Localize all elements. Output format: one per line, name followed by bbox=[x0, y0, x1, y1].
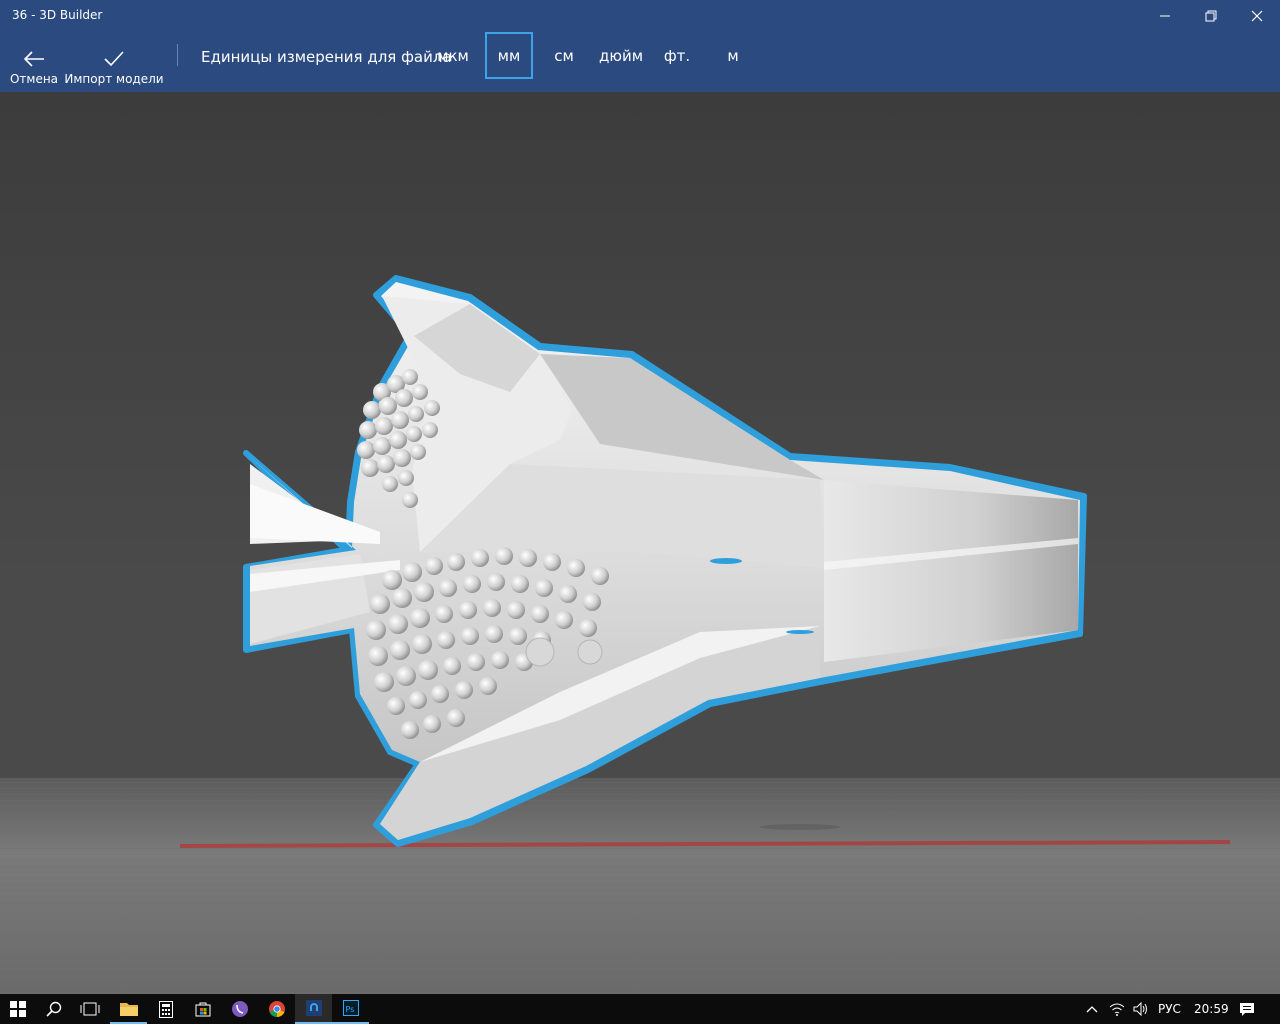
taskbar-app-photoshop[interactable]: Ps bbox=[332, 994, 369, 1024]
ring-band bbox=[824, 480, 1078, 662]
unit-option-cm[interactable]: см bbox=[546, 32, 582, 79]
taskbar-app-file-explorer[interactable] bbox=[110, 994, 147, 1024]
taskbar-app-viber[interactable] bbox=[221, 994, 258, 1024]
window-title: 36 - 3D Builder bbox=[12, 8, 103, 22]
show-hidden-icons-button[interactable] bbox=[1080, 994, 1104, 1024]
volume-icon bbox=[1133, 1002, 1147, 1016]
unit-option-ft[interactable]: фт. bbox=[660, 32, 694, 79]
import-model-button[interactable]: Импорт модели bbox=[64, 32, 164, 92]
file-explorer-icon bbox=[119, 1002, 138, 1016]
unit-option-m[interactable]: м bbox=[720, 32, 746, 79]
checkmark-icon bbox=[104, 51, 124, 67]
units-label: Единицы измерения для файла bbox=[201, 48, 452, 66]
unit-option-mm[interactable]: мм bbox=[485, 32, 533, 79]
scene-canvas bbox=[0, 92, 1280, 994]
search-icon bbox=[46, 1001, 62, 1017]
taskbar: Ps РУС 20:59 bbox=[0, 994, 1280, 1024]
minimize-button[interactable] bbox=[1142, 0, 1188, 32]
unit-option-mkm[interactable]: мкм bbox=[433, 32, 473, 79]
viber-icon bbox=[231, 1001, 248, 1017]
restore-button[interactable] bbox=[1188, 0, 1234, 32]
unit-label: мкм bbox=[437, 46, 469, 65]
taskbar-app-calculator[interactable] bbox=[147, 994, 184, 1024]
cancel-button[interactable]: Отмена bbox=[8, 32, 60, 92]
chevron-up-icon bbox=[1086, 1006, 1098, 1013]
network-button[interactable] bbox=[1104, 994, 1130, 1024]
taskbar-app-store[interactable] bbox=[184, 994, 221, 1024]
restore-icon bbox=[1205, 10, 1217, 22]
clock[interactable]: 20:59 bbox=[1194, 1002, 1229, 1016]
start-icon bbox=[10, 1001, 26, 1017]
taskbar-app-chrome[interactable] bbox=[258, 994, 295, 1024]
photoshop-icon: Ps bbox=[342, 1000, 359, 1016]
action-center-button[interactable] bbox=[1234, 994, 1260, 1024]
import-model-label: Импорт модели bbox=[64, 72, 164, 86]
selection-highlight-bit bbox=[786, 630, 814, 634]
svg-text:Ps: Ps bbox=[345, 1005, 354, 1014]
close-button[interactable] bbox=[1234, 0, 1280, 32]
calculator-icon bbox=[158, 1000, 173, 1018]
minimize-icon bbox=[1160, 15, 1170, 17]
3d-viewport[interactable] bbox=[0, 92, 1280, 994]
back-arrow-icon bbox=[23, 51, 44, 67]
unit-option-inch[interactable]: дюйм bbox=[596, 32, 646, 79]
3d-builder-icon bbox=[305, 1000, 322, 1016]
unit-label: фт. bbox=[663, 46, 691, 65]
task-view-icon bbox=[80, 1002, 100, 1016]
task-view-button[interactable] bbox=[72, 994, 108, 1024]
unit-label: мм bbox=[497, 46, 521, 65]
selection-highlight-bit bbox=[710, 558, 742, 564]
wifi-icon bbox=[1109, 1003, 1125, 1016]
start-button[interactable] bbox=[0, 994, 36, 1024]
title-bar: 36 - 3D Builder bbox=[0, 0, 1280, 32]
unit-label: м bbox=[727, 46, 739, 65]
notification-icon bbox=[1240, 1002, 1254, 1016]
unit-label: см bbox=[554, 46, 574, 65]
model-shadow bbox=[760, 824, 840, 830]
language-indicator[interactable]: РУС bbox=[1158, 1002, 1181, 1016]
search-button[interactable] bbox=[36, 994, 72, 1024]
taskbar-app-3d-builder[interactable] bbox=[295, 994, 332, 1024]
chrome-icon bbox=[268, 1001, 285, 1018]
command-bar: Отмена Импорт модели Единицы измерения д… bbox=[0, 32, 1280, 92]
cancel-label: Отмена bbox=[9, 72, 59, 86]
store-icon bbox=[195, 1002, 210, 1017]
floor-grid bbox=[0, 778, 1280, 994]
unit-label: дюйм bbox=[598, 46, 644, 65]
toolbar-separator bbox=[177, 44, 178, 66]
volume-button[interactable] bbox=[1130, 994, 1152, 1024]
close-icon bbox=[1251, 10, 1263, 22]
